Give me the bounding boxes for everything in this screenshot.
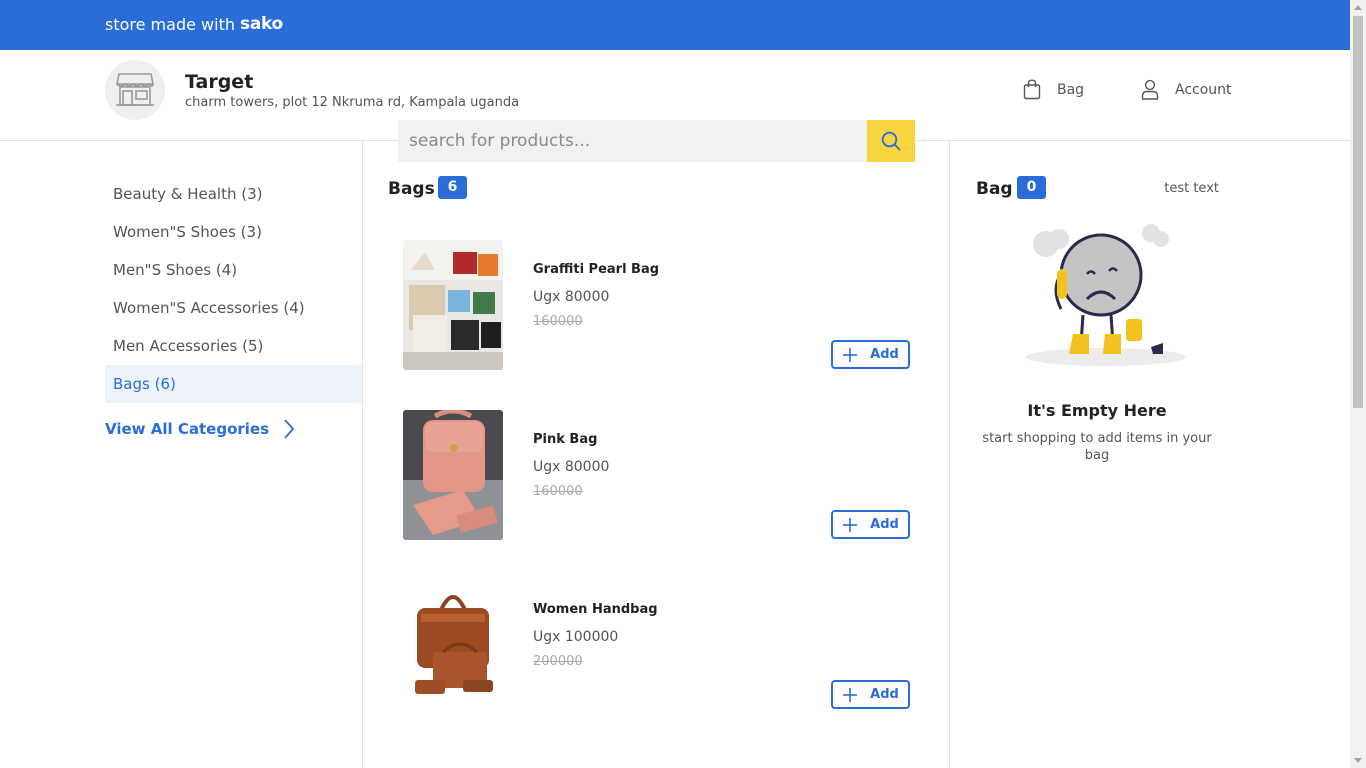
brand-bar: store made with sako [0,0,1350,50]
storefront-icon [116,73,154,106]
account-nav-label: Account [1175,81,1232,98]
account-nav-link[interactable]: Account [1141,79,1232,100]
product-listing: Bags 6 Graffiti Pearl Bag Ugx 80000 1600… [363,141,950,768]
category-item-men-accessories[interactable]: Men Accessories (5) [105,327,362,365]
product-name[interactable]: Women Handbag [533,602,658,617]
add-button-label: Add [870,687,899,702]
plus-icon [843,517,858,532]
bag-count-badge: 0 [1017,176,1046,199]
scroll-up-arrow-icon[interactable] [1354,5,1362,10]
search-icon [881,131,901,151]
product-card: Graffiti Pearl Bag Ugx 80000 160000 Add [403,240,910,370]
product-name[interactable]: Pink Bag [533,432,597,447]
scroll-down-arrow-icon[interactable] [1354,758,1362,763]
product-old-price: 160000 [533,484,583,499]
plus-icon [843,347,858,362]
product-old-price: 160000 [533,314,583,329]
test-text: test text [1164,181,1219,196]
search-bar [398,120,915,162]
shopping-bag-icon [1023,79,1041,100]
pink-bag-photo [403,410,503,540]
search-input[interactable] [398,120,867,162]
add-to-bag-button[interactable]: Add [831,510,910,539]
product-card: Pink Bag Ugx 80000 160000 Add [403,410,910,540]
bag-nav-link[interactable]: Bag [1023,79,1084,100]
chevron-right-icon [284,419,295,439]
category-item-bags[interactable]: Bags (6) [105,365,362,403]
scrollbar-thumb[interactable] [1353,16,1363,408]
user-icon [1141,79,1159,100]
store-avatar [105,60,165,120]
search-button[interactable] [867,120,915,162]
product-image[interactable] [403,410,503,540]
category-item-mens-shoes[interactable]: Men"S Shoes (4) [105,251,362,289]
bag-panel: Bag 0 test text It's Empty Here start sh… [951,141,1350,768]
product-old-price: 200000 [533,654,583,669]
bag-title: Bag [976,179,1013,199]
page-scrollbar[interactable] [1350,0,1366,768]
product-card: Women Handbag Ugx 100000 200000 Add [403,580,910,710]
product-name[interactable]: Graffiti Pearl Bag [533,262,659,277]
bag-nav-label: Bag [1057,81,1085,98]
product-price: Ugx 80000 [533,459,610,475]
sako-logo[interactable]: sako [240,14,283,34]
product-price: Ugx 100000 [533,629,619,645]
add-to-bag-button[interactable]: Add [831,340,910,369]
section-title: Bags [388,179,435,199]
product-image[interactable] [403,240,503,370]
add-button-label: Add [870,517,899,532]
empty-bag-illustration [1026,224,1186,366]
empty-bag-title: It's Empty Here [1027,401,1167,420]
add-button-label: Add [870,347,899,362]
category-sidebar: Beauty & Health (3) Women"S Shoes (3) Me… [0,141,363,768]
graffiti-pearl-bag-photo [403,240,503,370]
store-address: charm towers, plot 12 Nkruma rd, Kampala… [185,95,520,110]
store-name: Target [185,71,254,93]
category-item-womens-accessories[interactable]: Women"S Accessories (4) [105,289,362,327]
product-image[interactable] [403,580,503,710]
category-item-womens-shoes[interactable]: Women"S Shoes (3) [105,213,362,251]
plus-icon [843,687,858,702]
category-list: Beauty & Health (3) Women"S Shoes (3) Me… [105,175,362,403]
brand-text: store made with [105,15,235,34]
add-to-bag-button[interactable]: Add [831,680,910,709]
category-item-beauty-health[interactable]: Beauty & Health (3) [105,175,362,213]
view-all-categories-label: View All Categories [105,420,270,438]
product-count-badge: 6 [438,176,467,199]
women-handbag-photo [403,580,503,710]
product-price: Ugx 80000 [533,289,610,305]
empty-bag-subtitle: start shopping to add items in your bag [982,431,1212,463]
view-all-categories-link[interactable]: View All Categories [105,419,295,439]
